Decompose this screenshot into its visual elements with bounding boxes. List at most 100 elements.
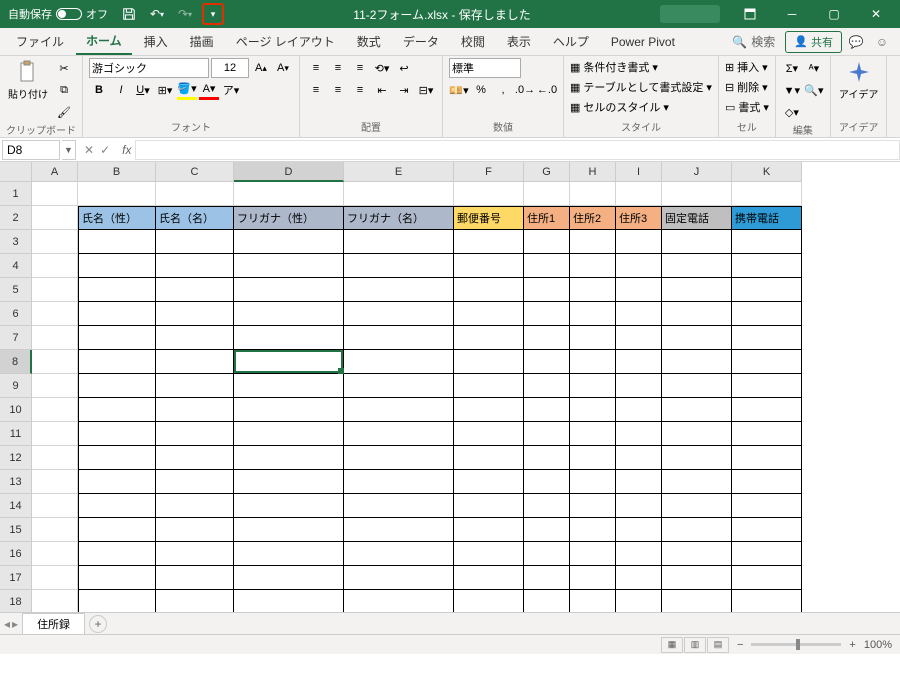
cell-B16[interactable] bbox=[78, 542, 156, 566]
cell-E6[interactable] bbox=[344, 302, 454, 326]
cell-F16[interactable] bbox=[454, 542, 524, 566]
tab-data[interactable]: データ bbox=[393, 29, 449, 54]
undo-button[interactable]: ↶▾ bbox=[146, 3, 168, 25]
col-header-E[interactable]: E bbox=[344, 162, 454, 182]
cell-D8[interactable] bbox=[234, 350, 344, 374]
cell-I12[interactable] bbox=[616, 446, 662, 470]
row-header-16[interactable]: 16 bbox=[0, 542, 32, 566]
cell-K1[interactable] bbox=[732, 182, 802, 206]
col-header-I[interactable]: I bbox=[616, 162, 662, 182]
insert-cells-button[interactable]: ⊞挿入▾ bbox=[725, 58, 768, 76]
cell-A18[interactable] bbox=[32, 590, 78, 612]
col-header-J[interactable]: J bbox=[662, 162, 732, 182]
paste-button[interactable]: 貼り付け bbox=[6, 58, 50, 103]
sheet-tab[interactable]: 住所録 bbox=[22, 613, 85, 634]
cell-I5[interactable] bbox=[616, 278, 662, 302]
cell-A16[interactable] bbox=[32, 542, 78, 566]
cell-G3[interactable] bbox=[524, 230, 570, 254]
cell-C16[interactable] bbox=[156, 542, 234, 566]
search-box[interactable]: 🔍 検索 bbox=[724, 33, 783, 50]
cell-H12[interactable] bbox=[570, 446, 616, 470]
cell-H9[interactable] bbox=[570, 374, 616, 398]
cell-C4[interactable] bbox=[156, 254, 234, 278]
cell-E15[interactable] bbox=[344, 518, 454, 542]
cell-D2[interactable]: フリガナ（性） bbox=[234, 206, 344, 230]
cell-A11[interactable] bbox=[32, 422, 78, 446]
tab-home[interactable]: ホーム bbox=[76, 28, 132, 55]
cell-E13[interactable] bbox=[344, 470, 454, 494]
cell-C12[interactable] bbox=[156, 446, 234, 470]
cell-J17[interactable] bbox=[662, 566, 732, 590]
cell-K3[interactable] bbox=[732, 230, 802, 254]
cell-D13[interactable] bbox=[234, 470, 344, 494]
cell-K6[interactable] bbox=[732, 302, 802, 326]
cell-G10[interactable] bbox=[524, 398, 570, 422]
decrease-decimal-button[interactable]: ←.0 bbox=[537, 80, 557, 100]
font-size-select[interactable] bbox=[211, 58, 249, 78]
cell-G4[interactable] bbox=[524, 254, 570, 278]
cell-H15[interactable] bbox=[570, 518, 616, 542]
cell-A3[interactable] bbox=[32, 230, 78, 254]
grow-font-button[interactable]: A▴ bbox=[251, 58, 271, 78]
autosave-toggle[interactable]: 自動保存 オフ bbox=[4, 4, 112, 24]
cell-B4[interactable] bbox=[78, 254, 156, 278]
row-header-12[interactable]: 12 bbox=[0, 446, 32, 470]
cell-I8[interactable] bbox=[616, 350, 662, 374]
cell-B7[interactable] bbox=[78, 326, 156, 350]
cell-I11[interactable] bbox=[616, 422, 662, 446]
fill-color-button[interactable]: 🪣▾ bbox=[177, 80, 197, 100]
cell-H11[interactable] bbox=[570, 422, 616, 446]
enter-icon[interactable]: ✓ bbox=[100, 143, 110, 157]
cell-C10[interactable] bbox=[156, 398, 234, 422]
tab-draw[interactable]: 描画 bbox=[180, 29, 224, 54]
cell-A12[interactable] bbox=[32, 446, 78, 470]
cell-G1[interactable] bbox=[524, 182, 570, 206]
cell-D11[interactable] bbox=[234, 422, 344, 446]
cell-J7[interactable] bbox=[662, 326, 732, 350]
cell-A10[interactable] bbox=[32, 398, 78, 422]
redo-button[interactable]: ↷▾ bbox=[174, 3, 196, 25]
cell-D18[interactable] bbox=[234, 590, 344, 612]
row-header-11[interactable]: 11 bbox=[0, 422, 32, 446]
row-header-3[interactable]: 3 bbox=[0, 230, 32, 254]
cell-K7[interactable] bbox=[732, 326, 802, 350]
fx-icon[interactable]: fx bbox=[118, 143, 135, 157]
cell-G14[interactable] bbox=[524, 494, 570, 518]
cell-H3[interactable] bbox=[570, 230, 616, 254]
fill-button[interactable]: ▼▾ bbox=[782, 80, 802, 100]
cell-F7[interactable] bbox=[454, 326, 524, 350]
format-cells-button[interactable]: ▭書式▾ bbox=[725, 98, 769, 116]
tab-formulas[interactable]: 数式 bbox=[347, 29, 391, 54]
cell-I1[interactable] bbox=[616, 182, 662, 206]
col-header-B[interactable]: B bbox=[78, 162, 156, 182]
cell-K15[interactable] bbox=[732, 518, 802, 542]
cell-A4[interactable] bbox=[32, 254, 78, 278]
cell-D1[interactable] bbox=[234, 182, 344, 206]
cell-E18[interactable] bbox=[344, 590, 454, 612]
cell-D16[interactable] bbox=[234, 542, 344, 566]
cell-H17[interactable] bbox=[570, 566, 616, 590]
tab-view[interactable]: 表示 bbox=[497, 29, 541, 54]
cell-F2[interactable]: 郵便番号 bbox=[454, 206, 524, 230]
cell-J14[interactable] bbox=[662, 494, 732, 518]
shrink-font-button[interactable]: A▾ bbox=[273, 58, 293, 78]
cell-H2[interactable]: 住所2 bbox=[570, 206, 616, 230]
smiley-button[interactable]: ☺ bbox=[870, 30, 894, 54]
cell-K10[interactable] bbox=[732, 398, 802, 422]
cell-F18[interactable] bbox=[454, 590, 524, 612]
cell-A13[interactable] bbox=[32, 470, 78, 494]
cell-G8[interactable] bbox=[524, 350, 570, 374]
cell-J8[interactable] bbox=[662, 350, 732, 374]
cell-F13[interactable] bbox=[454, 470, 524, 494]
cell-E7[interactable] bbox=[344, 326, 454, 350]
italic-button[interactable]: I bbox=[111, 80, 131, 100]
cell-B6[interactable] bbox=[78, 302, 156, 326]
cell-J4[interactable] bbox=[662, 254, 732, 278]
cell-G5[interactable] bbox=[524, 278, 570, 302]
cell-G18[interactable] bbox=[524, 590, 570, 612]
cell-E17[interactable] bbox=[344, 566, 454, 590]
cell-A17[interactable] bbox=[32, 566, 78, 590]
cell-D7[interactable] bbox=[234, 326, 344, 350]
cell-G2[interactable]: 住所1 bbox=[524, 206, 570, 230]
sort-filter-button[interactable]: ᴬ▾ bbox=[804, 58, 824, 78]
